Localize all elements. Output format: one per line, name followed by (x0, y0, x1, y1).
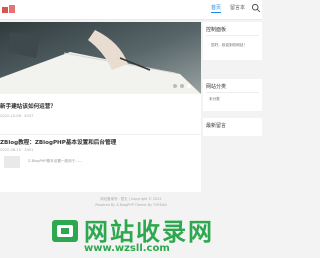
banner-image (0, 22, 201, 94)
footer-copyright: 网站备案号：暂无 | Copyright © 2022 (100, 197, 162, 201)
watermark-text: 网站收录网 (84, 218, 214, 246)
divider (0, 134, 201, 135)
widget-categories: 网站分类 未分类 (203, 79, 262, 111)
site-header: 首页 留言本 (0, 0, 262, 20)
search-icon[interactable] (251, 3, 261, 13)
widget-control-panel: 控制面板 您好，欢迎到访网站！ (203, 22, 262, 60)
nav-guestbook-link[interactable]: 留言本 (230, 4, 245, 11)
footer-powered: Powered By Z-BlogPHP Theme By TOYEAN (95, 203, 167, 207)
slider-dot-active[interactable] (187, 84, 191, 88)
widget-title: 控制面板 (206, 27, 227, 33)
post-meta: 2022-10-08 · 4537 (0, 114, 34, 118)
post-title[interactable]: 新手建站该如何运营？ (0, 102, 56, 110)
banner-slider[interactable] (0, 22, 201, 94)
post-item[interactable]: 新手建站该如何运营？ 2022-10-08 · 4537 (0, 98, 201, 138)
slider-dot[interactable] (180, 84, 184, 88)
main-content: 新手建站该如何运营？ 2022-10-08 · 4537 ZBlog教程：ZBl… (0, 22, 201, 192)
watermark-logo-icon (52, 220, 78, 242)
category-link[interactable]: 未分类 (209, 97, 220, 102)
post-item[interactable]: ZBlog教程：ZBlogPHP基本设置和后台管理 2022-08-15 · 3… (0, 136, 201, 190)
post-meta: 2022-08-15 · 3451 (0, 148, 34, 152)
post-excerpt: Z-BlogPHP基本设置一般用于…… (28, 159, 83, 163)
nav-home-link[interactable]: 首页 (211, 4, 222, 13)
divider (206, 92, 259, 93)
watermark: 网站收录网 www.wzsll.com (50, 210, 262, 258)
slider-dot[interactable] (173, 84, 177, 88)
post-thumbnail[interactable] (4, 156, 20, 168)
welcome-text: 您好，欢迎到访网站！ (211, 43, 247, 47)
widget-title: 最新留言 (206, 123, 227, 129)
site-logo[interactable] (2, 4, 16, 14)
watermark-url: www.wzsll.com (84, 243, 170, 254)
divider (206, 35, 259, 36)
widget-title: 网站分类 (206, 84, 227, 90)
post-title[interactable]: ZBlog教程：ZBlogPHP基本设置和后台管理 (0, 138, 116, 146)
slider-dots (173, 84, 191, 88)
widget-recent-comments: 最新留言 (203, 118, 262, 136)
